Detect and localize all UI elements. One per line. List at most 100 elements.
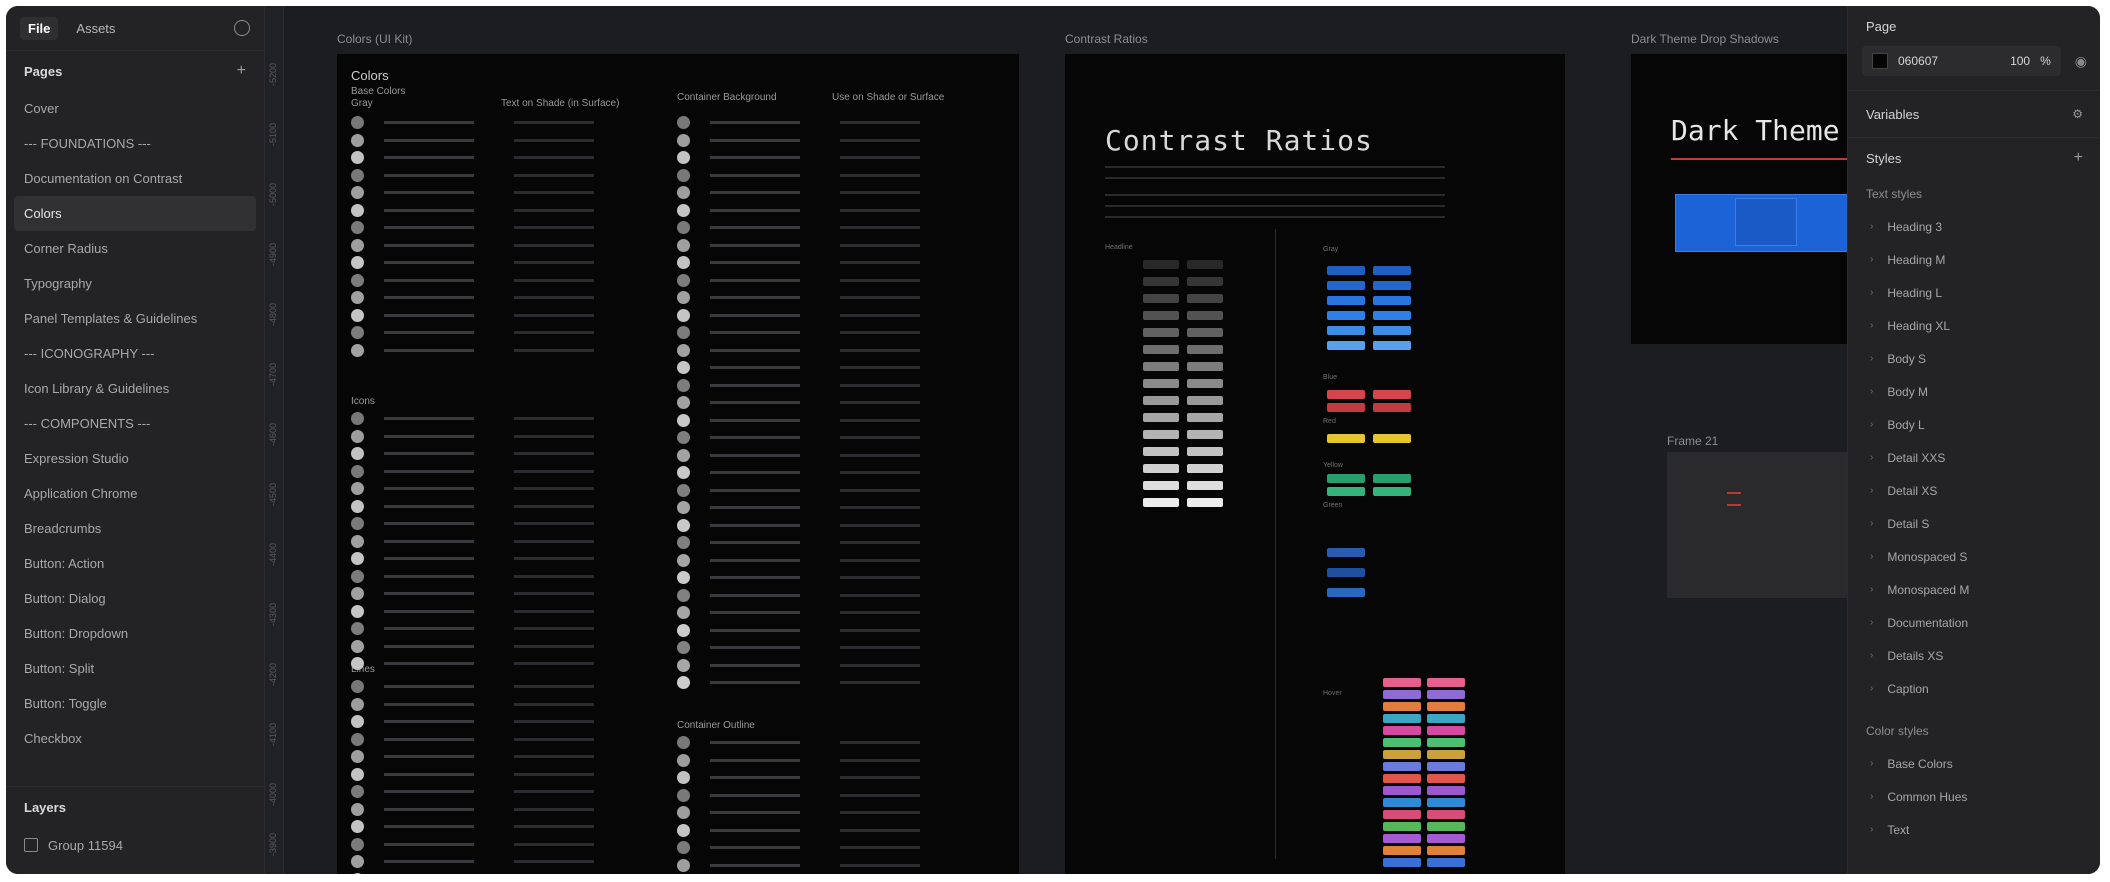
divider: [1275, 229, 1276, 859]
color-style-item[interactable]: › Common Hues: [1848, 780, 2100, 813]
layer-item[interactable]: Group 11594: [6, 827, 264, 863]
swatch-name: [710, 523, 800, 527]
tab-file[interactable]: File: [20, 16, 59, 40]
swatch-value: [840, 331, 920, 334]
page-color-input[interactable]: 060607 100 %: [1862, 46, 2061, 76]
text-style-item[interactable]: › Body L: [1848, 408, 2100, 441]
frame-label-dark[interactable]: Dark Theme Drop Shadows: [1631, 32, 1779, 46]
contrast-swatch: [1187, 328, 1223, 337]
contrast-swatch: [1187, 447, 1223, 456]
page-item[interactable]: Checkbox: [14, 721, 256, 756]
page-item-selected[interactable]: Colors: [14, 196, 256, 231]
page-item[interactable]: Button: Toggle: [14, 686, 256, 721]
page-item[interactable]: Expression Studio: [14, 441, 256, 476]
swatch-dot: [677, 238, 690, 252]
text-style-item[interactable]: › Documentation: [1848, 606, 2100, 639]
color-style-item[interactable]: › Base Colors: [1848, 747, 2100, 780]
page-item[interactable]: Typography: [14, 266, 256, 301]
page-item[interactable]: Button: Action: [14, 546, 256, 581]
contrast-frame[interactable]: Contrast Ratios Gray Blue Red Yellow Gre…: [1065, 54, 1565, 874]
color-swatch-row: [351, 748, 594, 765]
color-style-item[interactable]: › Text: [1848, 813, 2100, 846]
page-item[interactable]: --- ICONOGRAPHY ---: [14, 336, 256, 371]
swatch-dot: [677, 858, 690, 872]
swatch-name: [384, 278, 474, 282]
swatch-dot: [677, 606, 690, 619]
page-item[interactable]: Panel Templates & Guidelines: [14, 301, 256, 336]
swatch-value: [514, 243, 594, 247]
swatch-value: [514, 609, 594, 613]
frame-21[interactable]: [1667, 452, 1847, 598]
page-item[interactable]: --- COMPONENTS ---: [14, 406, 256, 441]
page-item[interactable]: Application Chrome: [14, 476, 256, 511]
swatch-name: [384, 807, 474, 811]
text-style-item[interactable]: › Details XS: [1848, 639, 2100, 672]
page-item[interactable]: Icon Library & Guidelines: [14, 371, 256, 406]
tab-assets[interactable]: Assets: [68, 17, 123, 40]
text-style-item[interactable]: › Heading M: [1848, 243, 2100, 276]
color-swatch-row: [677, 787, 920, 804]
text-style-item[interactable]: › Heading L: [1848, 276, 2100, 309]
canvas[interactable]: -5200 -5100 -5000 -4900 -4800 -4700 -460…: [265, 6, 1847, 874]
swatch-name: [710, 793, 800, 797]
swatch-name: [384, 825, 474, 828]
contrast-swatch: [1427, 786, 1465, 795]
page-opacity[interactable]: 100: [2010, 54, 2030, 68]
dark-theme-frame[interactable]: Dark Theme: [1631, 54, 1847, 344]
swatch-name: [710, 453, 800, 457]
swatch-value: [840, 243, 920, 247]
contrast-swatch: [1327, 311, 1365, 320]
text-style-item[interactable]: › Body M: [1848, 375, 2100, 408]
page-item[interactable]: Corner Radius: [14, 231, 256, 266]
swatch-value: [840, 758, 920, 762]
swatch-value: [840, 401, 920, 404]
page-item[interactable]: Button: Dropdown: [14, 616, 256, 651]
frame-label-frame21[interactable]: Frame 21: [1667, 434, 1718, 448]
page-item[interactable]: Documentation on Contrast: [14, 161, 256, 196]
page-item[interactable]: Cover: [14, 91, 256, 126]
style-label: Heading 3: [1887, 219, 1943, 234]
swatch-value: [840, 611, 920, 614]
page-item[interactable]: --- FOUNDATIONS ---: [14, 126, 256, 161]
swatch-value: [514, 434, 594, 438]
color-swatch-row: [677, 769, 920, 786]
text-style-item[interactable]: › Detail XXS: [1848, 441, 2100, 474]
swatch-dot: [351, 412, 364, 425]
frame-label-colors[interactable]: Colors (UI Kit): [337, 32, 412, 46]
ruler-tick: -4500: [268, 482, 278, 506]
text-style-item[interactable]: › Monospaced S: [1848, 540, 2100, 573]
color-swatch[interactable]: [1872, 53, 1888, 69]
text-style-item[interactable]: › Body S: [1848, 342, 2100, 375]
swatch-name: [710, 383, 800, 387]
swatch-value: [840, 741, 920, 744]
text-style-item[interactable]: › Heading XL: [1848, 309, 2100, 342]
eye-icon[interactable]: ◉: [2075, 53, 2087, 70]
text-style-item[interactable]: › Monospaced M: [1848, 573, 2100, 606]
swatch-value: [514, 121, 594, 124]
swatch-value: [840, 453, 920, 457]
add-style-icon[interactable]: +: [2074, 149, 2083, 167]
variables-settings-icon[interactable]: ⚙: [2072, 107, 2083, 121]
contrast-swatch: [1427, 810, 1465, 819]
page-item[interactable]: Button: Dialog: [14, 581, 256, 616]
color-swatch-row: [351, 410, 594, 427]
add-page-icon[interactable]: +: [237, 62, 246, 80]
colors-frame[interactable]: Colors Base Colors Gray Text on Shade (i…: [337, 54, 1019, 874]
page-item[interactable]: Breadcrumbs: [14, 511, 256, 546]
text-style-item[interactable]: › Heading 3: [1848, 210, 2100, 243]
swatch-name: [384, 842, 474, 846]
contrast-swatch: [1427, 750, 1465, 759]
swatch-value: [840, 471, 920, 474]
color-swatch-row: [677, 202, 920, 219]
color-swatch-row: [351, 871, 594, 874]
text-style-item[interactable]: › Detail XS: [1848, 474, 2100, 507]
page-item[interactable]: Button: Split: [14, 651, 256, 686]
swatch-name: [384, 574, 474, 578]
swatch-name: [384, 121, 474, 124]
frame-label-contrast[interactable]: Contrast Ratios: [1065, 32, 1148, 46]
text-style-item[interactable]: › Detail S: [1848, 507, 2100, 540]
text-style-item[interactable]: › Caption: [1848, 672, 2100, 705]
page-color-hex[interactable]: 060607: [1898, 54, 1938, 68]
version-history-icon[interactable]: [234, 20, 250, 36]
swatch-value: [514, 208, 594, 212]
